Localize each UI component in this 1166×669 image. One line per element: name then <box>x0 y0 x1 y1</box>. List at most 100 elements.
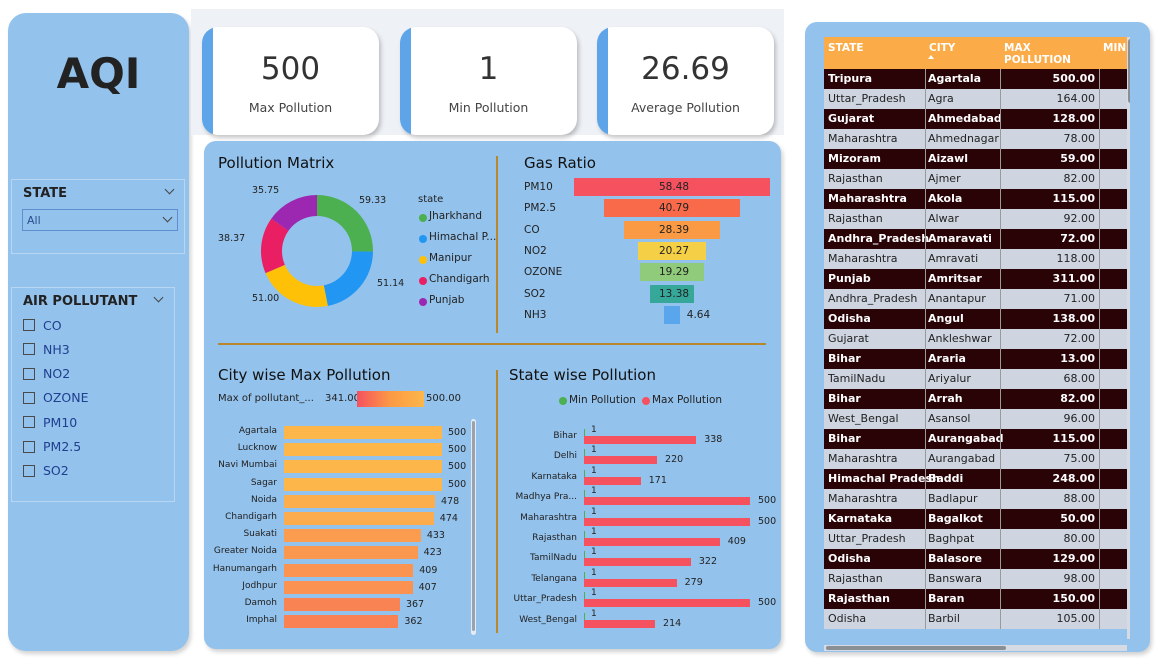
cell-divider <box>1099 129 1100 149</box>
table-row[interactable]: Mizoram Aizawl 59.00 <box>824 149 1127 169</box>
table-row[interactable]: Odisha Balasore 129.00 <box>824 549 1127 569</box>
kpi-value: 500 <box>260 51 321 87</box>
table-row[interactable]: Rajasthan Banswara 98.00 <box>824 569 1127 589</box>
table-row[interactable]: Bihar Araria 13.00 <box>824 349 1127 369</box>
chevron-down-icon[interactable] <box>164 184 175 195</box>
cell-divider <box>925 609 926 629</box>
funnel-bar[interactable] <box>664 305 680 324</box>
city-bar[interactable] <box>284 598 400 611</box>
state-max-bar[interactable] <box>584 517 750 526</box>
gas-ratio-title: Gas Ratio <box>524 154 596 172</box>
table-row[interactable]: Uttar_Pradesh Baghpat 80.00 <box>824 529 1127 549</box>
table-horizontal-scrollbar[interactable] <box>824 645 1127 651</box>
city-bar[interactable] <box>284 512 434 525</box>
checkbox[interactable] <box>23 416 35 429</box>
state-min-value-label: 1 <box>591 547 597 558</box>
scrollbar-thumb[interactable] <box>1128 39 1130 103</box>
checkbox[interactable] <box>23 391 35 404</box>
cell-state: Rajasthan <box>828 572 883 585</box>
pollutant-option[interactable]: PM2.5 <box>23 438 81 456</box>
column-header-max[interactable]: MAX POLLUTION <box>1000 37 1099 69</box>
table-row[interactable]: Odisha Angul 138.00 <box>824 309 1127 329</box>
cell-divider <box>1000 249 1001 269</box>
checkbox[interactable] <box>23 464 35 477</box>
table-row[interactable]: Andhra_Pradesh Amaravati 72.00 <box>824 229 1127 249</box>
cell-divider <box>925 129 926 149</box>
table-row[interactable]: Himachal Pradesh Baddi 248.00 <box>824 469 1127 489</box>
legend-label: Manipur <box>429 252 472 264</box>
scrollbar-thumb[interactable] <box>826 646 1006 650</box>
city-bar[interactable] <box>284 460 442 474</box>
scrollbar-thumb[interactable] <box>472 421 475 631</box>
city-bar[interactable] <box>284 563 414 577</box>
state-max-bar[interactable] <box>584 456 658 465</box>
funnel-category-label: SO2 <box>524 287 546 300</box>
city-bar[interactable] <box>284 494 436 508</box>
cell-state: Bihar <box>828 352 861 365</box>
cell-divider <box>1099 289 1100 309</box>
table-row[interactable]: Rajasthan Ajmer 82.00 <box>824 169 1127 189</box>
table-row[interactable]: Maharashtra Aurangabad 75.00 <box>824 449 1127 469</box>
pollutant-option[interactable]: NH3 <box>23 340 70 358</box>
table-vertical-scrollbar[interactable] <box>1127 37 1130 639</box>
checkbox[interactable] <box>23 319 35 331</box>
city-bar[interactable] <box>284 477 442 491</box>
checkbox[interactable] <box>23 440 35 453</box>
cell-max-pollution: 129.00 <box>1052 552 1095 565</box>
table-row[interactable]: Karnataka Bagalkot 50.00 <box>824 509 1127 529</box>
cell-city: Amritsar <box>928 272 982 285</box>
state-max-bar[interactable] <box>584 578 677 587</box>
table-row[interactable]: Maharashtra Ahmednagar 78.00 <box>824 129 1127 149</box>
table-row[interactable]: Rajasthan Alwar 92.00 <box>824 209 1127 229</box>
state-min-value-label: 1 <box>591 465 597 476</box>
checkbox[interactable] <box>23 367 35 380</box>
state-dropdown[interactable]: All <box>22 209 178 231</box>
table-row[interactable]: Bihar Arrah 82.00 <box>824 389 1127 409</box>
pollutant-option[interactable]: OZONE <box>23 389 89 407</box>
state-max-bar[interactable] <box>584 619 656 628</box>
table-row[interactable]: Bihar Aurangabad 115.00 <box>824 429 1127 449</box>
table-row[interactable]: Rajasthan Baran 150.00 <box>824 589 1127 609</box>
state-max-bar[interactable] <box>584 476 641 485</box>
chevron-down-icon[interactable] <box>153 292 164 303</box>
state-max-bar[interactable] <box>584 599 750 608</box>
table-row[interactable]: Punjab Amritsar 311.00 <box>824 269 1127 289</box>
column-header-min[interactable]: MIN <box>1099 37 1127 69</box>
pollutant-option[interactable]: NO2 <box>23 365 70 383</box>
city-category-label: Suakati <box>243 529 277 540</box>
city-bar[interactable] <box>284 426 442 439</box>
table-row[interactable]: Maharashtra Badlapur 88.00 <box>824 489 1127 509</box>
column-header-city[interactable]: CITY <box>925 37 1000 69</box>
table-row[interactable]: West_Bengal Asansol 96.00 <box>824 409 1127 429</box>
pollutant-option[interactable]: CO <box>23 316 62 334</box>
state-max-bar[interactable] <box>584 538 720 546</box>
funnel-value-label: 19.29 <box>659 266 690 279</box>
cell-divider <box>925 389 926 409</box>
table-row[interactable]: Odisha Barbil 105.00 <box>824 609 1127 629</box>
city-bar[interactable] <box>284 615 399 629</box>
table-row[interactable]: Tripura Agartala 500.00 <box>824 69 1127 89</box>
state-max-bar[interactable] <box>584 436 697 444</box>
city-chart-scrollbar[interactable] <box>471 419 476 635</box>
table-row[interactable]: Gujarat Ankleshwar 72.00 <box>824 329 1127 349</box>
table-row[interactable]: Andhra_Pradesh Anantapur 71.00 <box>824 289 1127 309</box>
cell-max-pollution: 311.00 <box>1052 272 1095 285</box>
table-row[interactable]: Maharashtra Akola 115.00 <box>824 189 1127 209</box>
table-row[interactable]: Gujarat Ahmedabad 128.00 <box>824 109 1127 129</box>
city-bar[interactable] <box>284 580 413 594</box>
state-max-bar[interactable] <box>584 558 691 567</box>
city-bar[interactable] <box>284 529 421 543</box>
column-header-state[interactable]: STATE <box>824 37 925 69</box>
cell-divider <box>925 149 926 169</box>
city-bar[interactable] <box>284 546 418 560</box>
funnel-category-label: NH3 <box>524 308 547 321</box>
city-bar[interactable] <box>284 443 442 457</box>
checkbox[interactable] <box>23 343 35 356</box>
pollutant-option[interactable]: SO2 <box>23 462 69 480</box>
donut-slice[interactable] <box>323 251 373 306</box>
table-row[interactable]: Maharashtra Amravati 118.00 <box>824 249 1127 269</box>
table-row[interactable]: TamilNadu Ariyalur 68.00 <box>824 369 1127 389</box>
table-row[interactable]: Uttar_Pradesh Agra 164.00 <box>824 89 1127 109</box>
state-max-bar[interactable] <box>584 497 750 506</box>
pollutant-option[interactable]: PM10 <box>23 413 77 431</box>
